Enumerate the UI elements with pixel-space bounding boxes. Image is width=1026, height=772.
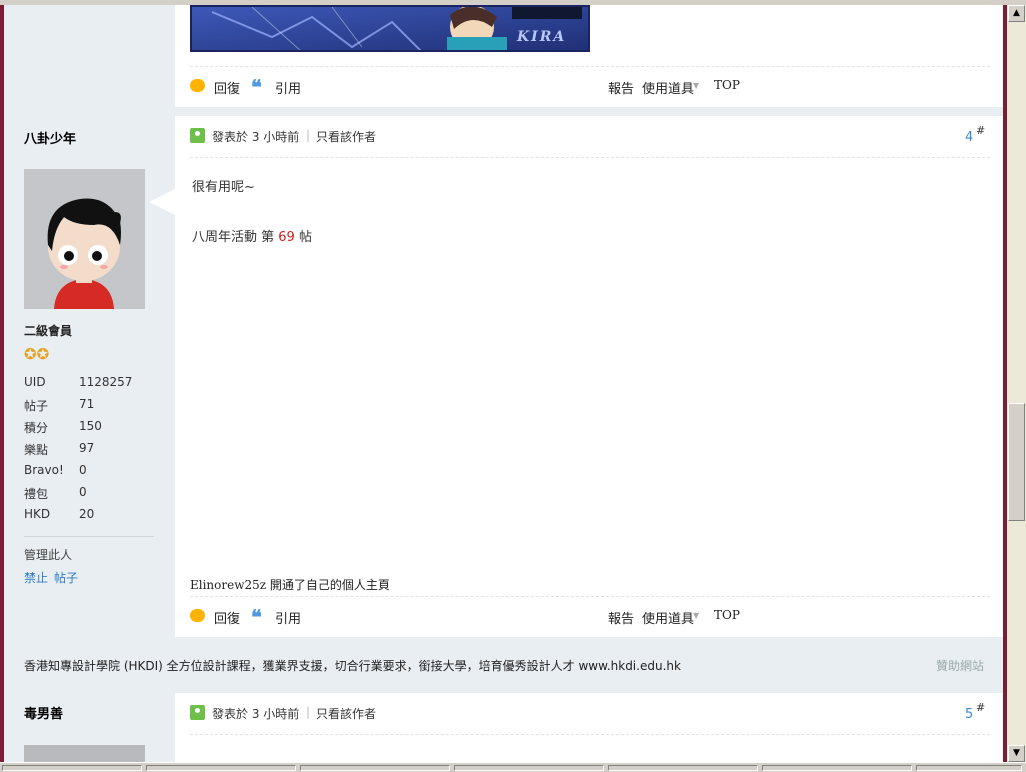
top-link[interactable]: TOP — [714, 78, 740, 92]
status-segment — [300, 765, 450, 771]
stat-key: 樂點 — [24, 443, 49, 457]
status-segment — [454, 765, 604, 771]
avatar-pointer — [149, 188, 177, 216]
quote-link[interactable]: 引用 — [275, 608, 301, 627]
vertical-scrollbar[interactable]: ▲ ▼ — [1007, 5, 1026, 762]
separator — [190, 734, 990, 735]
stat-key: UID — [24, 375, 46, 389]
star-icons: ✪✪ — [24, 345, 50, 363]
forum-page: KIRA 回復 ❝ 引用 報告 使用道具 ▼ TOP 八卦少年 二級會員 ✪✪ … — [4, 5, 1003, 762]
status-segment — [2, 765, 142, 771]
post-content-line: 很有用呢~ — [192, 180, 255, 195]
separator — [190, 157, 990, 158]
reply-icon[interactable] — [190, 79, 205, 92]
stat-value: 150 — [79, 419, 102, 433]
ban-link[interactable]: 禁止 — [24, 569, 48, 586]
stat-value: 71 — [79, 397, 95, 411]
banner-caption: KIRA — [517, 29, 567, 45]
avatar[interactable] — [24, 745, 145, 762]
sponsor-label[interactable]: 贊助網站 — [936, 657, 984, 674]
post-5-username[interactable]: 毒男善 — [24, 703, 63, 722]
top-link[interactable]: TOP — [714, 608, 740, 622]
stat-key: 積分 — [24, 421, 49, 435]
activity-number: 69 — [278, 230, 295, 245]
sidebar-divider — [24, 536, 154, 537]
floor-number[interactable]: 4 — [965, 130, 973, 145]
user-posts-link[interactable]: 帖子 — [54, 569, 78, 586]
stat-value: 20 — [79, 507, 95, 521]
stat-row: HKD 20 — [24, 507, 164, 525]
reply-link[interactable]: 回復 — [214, 608, 240, 627]
author-only-link[interactable]: 只看該作者 — [316, 705, 376, 722]
scrollbar-thumb[interactable] — [1008, 403, 1025, 521]
signature-banner: KIRA — [190, 5, 590, 52]
status-bar — [0, 762, 1026, 772]
stat-row: 積分 150 — [24, 419, 164, 437]
posted-time: 發表於 3 小時前 — [212, 707, 300, 721]
meta-separator: | — [306, 128, 311, 142]
quote-icon[interactable]: ❝ — [251, 75, 262, 99]
separator — [190, 66, 990, 67]
posted-time: 發表於 3 小時前 — [212, 130, 300, 144]
floor-number[interactable]: 5 — [965, 707, 973, 722]
status-segment — [146, 765, 296, 771]
stat-value: 0 — [79, 485, 87, 499]
separator — [190, 596, 990, 597]
stat-row: UID 1128257 — [24, 375, 164, 393]
post-3-action-bar: 回復 ❝ 引用 報告 使用道具 ▼ TOP — [190, 75, 990, 99]
activity-notice[interactable]: Elinorew25z 開通了自己的個人主頁 — [190, 576, 390, 593]
scroll-up-icon[interactable]: ▲ — [1008, 5, 1025, 22]
sponsor-ad-bar: 香港知專設計學院 (HKDI) 全方位設計課程，獲業界支援，切合行業要求，銜接大… — [4, 639, 1003, 691]
status-segment — [916, 765, 1022, 771]
scroll-down-icon[interactable]: ▼ — [1008, 745, 1025, 762]
reply-link[interactable]: 回復 — [214, 78, 240, 97]
stat-key: 禮包 — [24, 487, 49, 501]
stat-key: 帖子 — [24, 399, 49, 413]
user-rank: 二級會員 — [24, 324, 73, 338]
quote-icon[interactable]: ❝ — [251, 605, 262, 629]
stat-value: 0 — [79, 463, 87, 477]
post-4-meta: 發表於 3 小時前 | 只看該作者 4 # — [190, 124, 990, 146]
stat-key: Bravo! — [24, 463, 64, 477]
report-link[interactable]: 報告 — [608, 78, 634, 97]
manage-user-label: 管理此人 — [24, 548, 73, 562]
stat-row: 樂點 97 — [24, 441, 164, 459]
post-5-body: 發表於 3 小時前 | 只看該作者 5 # — [175, 693, 1003, 762]
stat-value: 97 — [79, 441, 95, 455]
stat-key: HKD — [24, 507, 51, 521]
user-online-icon — [190, 128, 205, 143]
post-4-body: 發表於 3 小時前 | 只看該作者 4 # 很有用呢~ 八周年活動 第 69 帖… — [175, 116, 1003, 637]
report-link[interactable]: 報告 — [608, 608, 634, 627]
tools-menu[interactable]: 使用道具 — [642, 78, 694, 97]
post-4-username[interactable]: 八卦少年 — [24, 128, 76, 147]
stat-value: 1128257 — [79, 375, 133, 389]
chevron-down-icon[interactable]: ▼ — [693, 81, 699, 90]
stat-row: 禮包 0 — [24, 485, 164, 503]
post-content-line: 八周年活動 第 69 帖 — [192, 226, 312, 245]
activity-prefix: 八周年活動 第 — [192, 230, 275, 245]
tools-menu[interactable]: 使用道具 — [642, 608, 694, 627]
activity-suffix: 帖 — [298, 230, 312, 245]
status-segment — [608, 765, 758, 771]
chevron-down-icon[interactable]: ▼ — [693, 611, 699, 620]
stat-row: 帖子 71 — [24, 397, 164, 415]
quote-link[interactable]: 引用 — [275, 78, 301, 97]
meta-separator: | — [306, 705, 311, 719]
stat-row: Bravo! 0 — [24, 463, 164, 481]
status-segment — [762, 765, 912, 771]
reply-icon[interactable] — [190, 609, 205, 622]
post-3-body: KIRA 回復 ❝ 引用 報告 使用道具 ▼ TOP — [175, 5, 1003, 107]
floor-mark: # — [976, 701, 986, 714]
floor-mark: # — [976, 124, 986, 137]
ad-text[interactable]: 香港知專設計學院 (HKDI) 全方位設計課程，獲業界支援，切合行業要求，銜接大… — [24, 657, 681, 674]
post-5-meta: 發表於 3 小時前 | 只看該作者 5 # — [190, 701, 990, 723]
user-online-icon — [190, 705, 205, 720]
avatar[interactable] — [24, 169, 145, 309]
author-only-link[interactable]: 只看該作者 — [316, 128, 376, 145]
post-4-action-bar: 回復 ❝ 引用 報告 使用道具 ▼ TOP — [190, 605, 990, 629]
